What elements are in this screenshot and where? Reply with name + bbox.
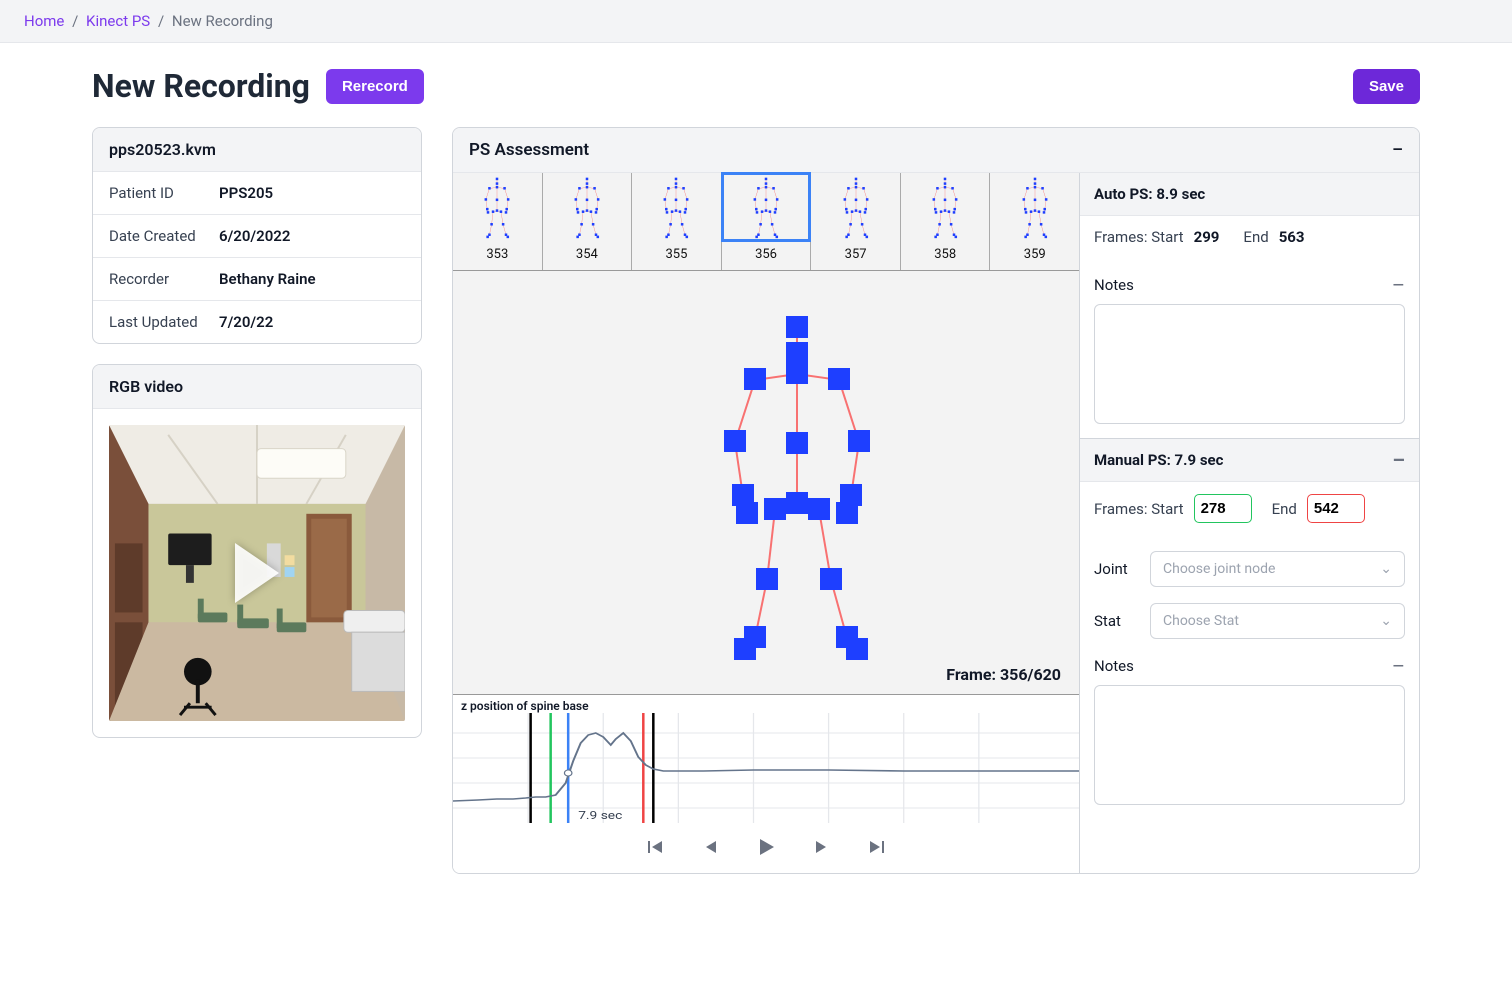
collapse-icon[interactable]: – — [1392, 140, 1403, 160]
manual-start-label: Frames: Start — [1094, 500, 1184, 518]
frame-number: 357 — [845, 241, 867, 270]
rgb-video-card: RGB video — [92, 364, 422, 738]
frame-thumb[interactable]: 354 — [543, 173, 633, 270]
save-button[interactable]: Save — [1353, 69, 1420, 104]
skip-forward-button[interactable] — [864, 833, 892, 861]
crumb-current: New Recording — [172, 12, 273, 30]
step-forward-button[interactable] — [808, 833, 836, 861]
frame-thumb[interactable]: 359 — [990, 173, 1079, 270]
collapse-icon[interactable]: – — [1392, 280, 1405, 290]
auto-start-value: 299 — [1194, 228, 1220, 246]
frame-thumb[interactable]: 355 — [632, 173, 722, 270]
frame-number: 358 — [934, 241, 956, 270]
file-name: pps20523.kvm — [93, 128, 421, 172]
timeline-plot[interactable]: z position of spine base — [453, 694, 1079, 823]
rgb-video-title: RGB video — [93, 365, 421, 409]
frame-number: 354 — [576, 241, 598, 270]
auto-start-label: Frames: Start — [1094, 228, 1184, 246]
frame-number: 353 — [486, 241, 508, 270]
frame-thumb[interactable]: 358 — [901, 173, 991, 270]
auto-notes-field[interactable] — [1094, 304, 1405, 424]
frame-thumb[interactable]: 353 — [453, 173, 543, 270]
breadcrumb: Home / Kinect PS / New Recording — [0, 0, 1512, 43]
auto-ps-title: Auto PS: 8.9 sec — [1094, 185, 1205, 203]
file-row: Date Created 6/20/2022 — [93, 215, 421, 258]
frame-number: 359 — [1024, 241, 1046, 270]
stat-select[interactable]: Choose Stat ⌄ — [1150, 603, 1405, 639]
plot-duration-label: 7.9 sec — [578, 809, 623, 822]
auto-end-value: 563 — [1279, 228, 1305, 246]
collapse-icon[interactable]: – — [1392, 455, 1405, 465]
auto-ps-panel: Auto PS: 8.9 sec Frames: Start 299 End 5… — [1080, 173, 1419, 439]
video-thumbnail[interactable] — [109, 425, 405, 721]
manual-notes-label: Notes — [1094, 657, 1134, 675]
ps-assessment-title: PS Assessment – — [453, 128, 1419, 173]
frame-thumb[interactable]: 357 — [811, 173, 901, 270]
manual-notes-field[interactable] — [1094, 685, 1405, 805]
page-title: New Recording — [92, 67, 310, 105]
analysis-side-panel: Auto PS: 8.9 sec Frames: Start 299 End 5… — [1079, 173, 1419, 873]
file-row: Recorder Bethany Raine — [93, 258, 421, 301]
skip-back-button[interactable] — [640, 833, 668, 861]
ps-assessment-panel: PS Assessment – 353 354 355 356 357 358 359 Fr… — [452, 127, 1420, 874]
crumb-home[interactable]: Home — [24, 12, 64, 30]
joint-select[interactable]: Choose joint node ⌄ — [1150, 551, 1405, 587]
manual-ps-title: Manual PS: 7.9 sec — [1094, 451, 1223, 469]
auto-notes-label: Notes — [1094, 276, 1134, 294]
chevron-down-icon: ⌄ — [1380, 561, 1392, 577]
plot-title: z position of spine base — [453, 695, 1079, 713]
frame-strip: 353 354 355 356 357 358 359 — [453, 173, 1079, 271]
auto-end-label: End — [1243, 228, 1268, 246]
chevron-down-icon: ⌄ — [1380, 613, 1392, 629]
play-icon — [235, 543, 279, 603]
manual-ps-panel: Manual PS: 7.9 sec – Frames: Start End — [1080, 439, 1419, 819]
joint-label: Joint — [1094, 560, 1138, 578]
skeleton-canvas[interactable]: Frame: 356/620 — [453, 271, 1079, 694]
file-row: Last Updated 7/20/22 — [93, 301, 421, 343]
file-row: Patient ID PPS205 — [93, 172, 421, 215]
play-button[interactable] — [752, 833, 780, 861]
manual-end-label: End — [1272, 500, 1297, 518]
frame-number: 356 — [755, 241, 777, 270]
manual-end-input[interactable] — [1307, 494, 1365, 523]
rerecord-button[interactable]: Rerecord — [326, 69, 424, 104]
stat-label: Stat — [1094, 612, 1138, 630]
playback-controls — [453, 823, 1079, 873]
collapse-icon[interactable]: – — [1392, 661, 1405, 671]
skeleton-viewer: 353 354 355 356 357 358 359 Frame: 356/620 z p… — [453, 173, 1079, 873]
frame-thumb[interactable]: 356 — [722, 173, 812, 270]
step-back-button[interactable] — [696, 833, 724, 861]
crumb-section[interactable]: Kinect PS — [86, 12, 150, 30]
file-info-card: pps20523.kvm Patient ID PPS205 Date Crea… — [92, 127, 422, 344]
frame-counter: Frame: 356/620 — [946, 665, 1061, 684]
frame-number: 355 — [665, 241, 687, 270]
manual-start-input[interactable] — [1194, 494, 1252, 523]
